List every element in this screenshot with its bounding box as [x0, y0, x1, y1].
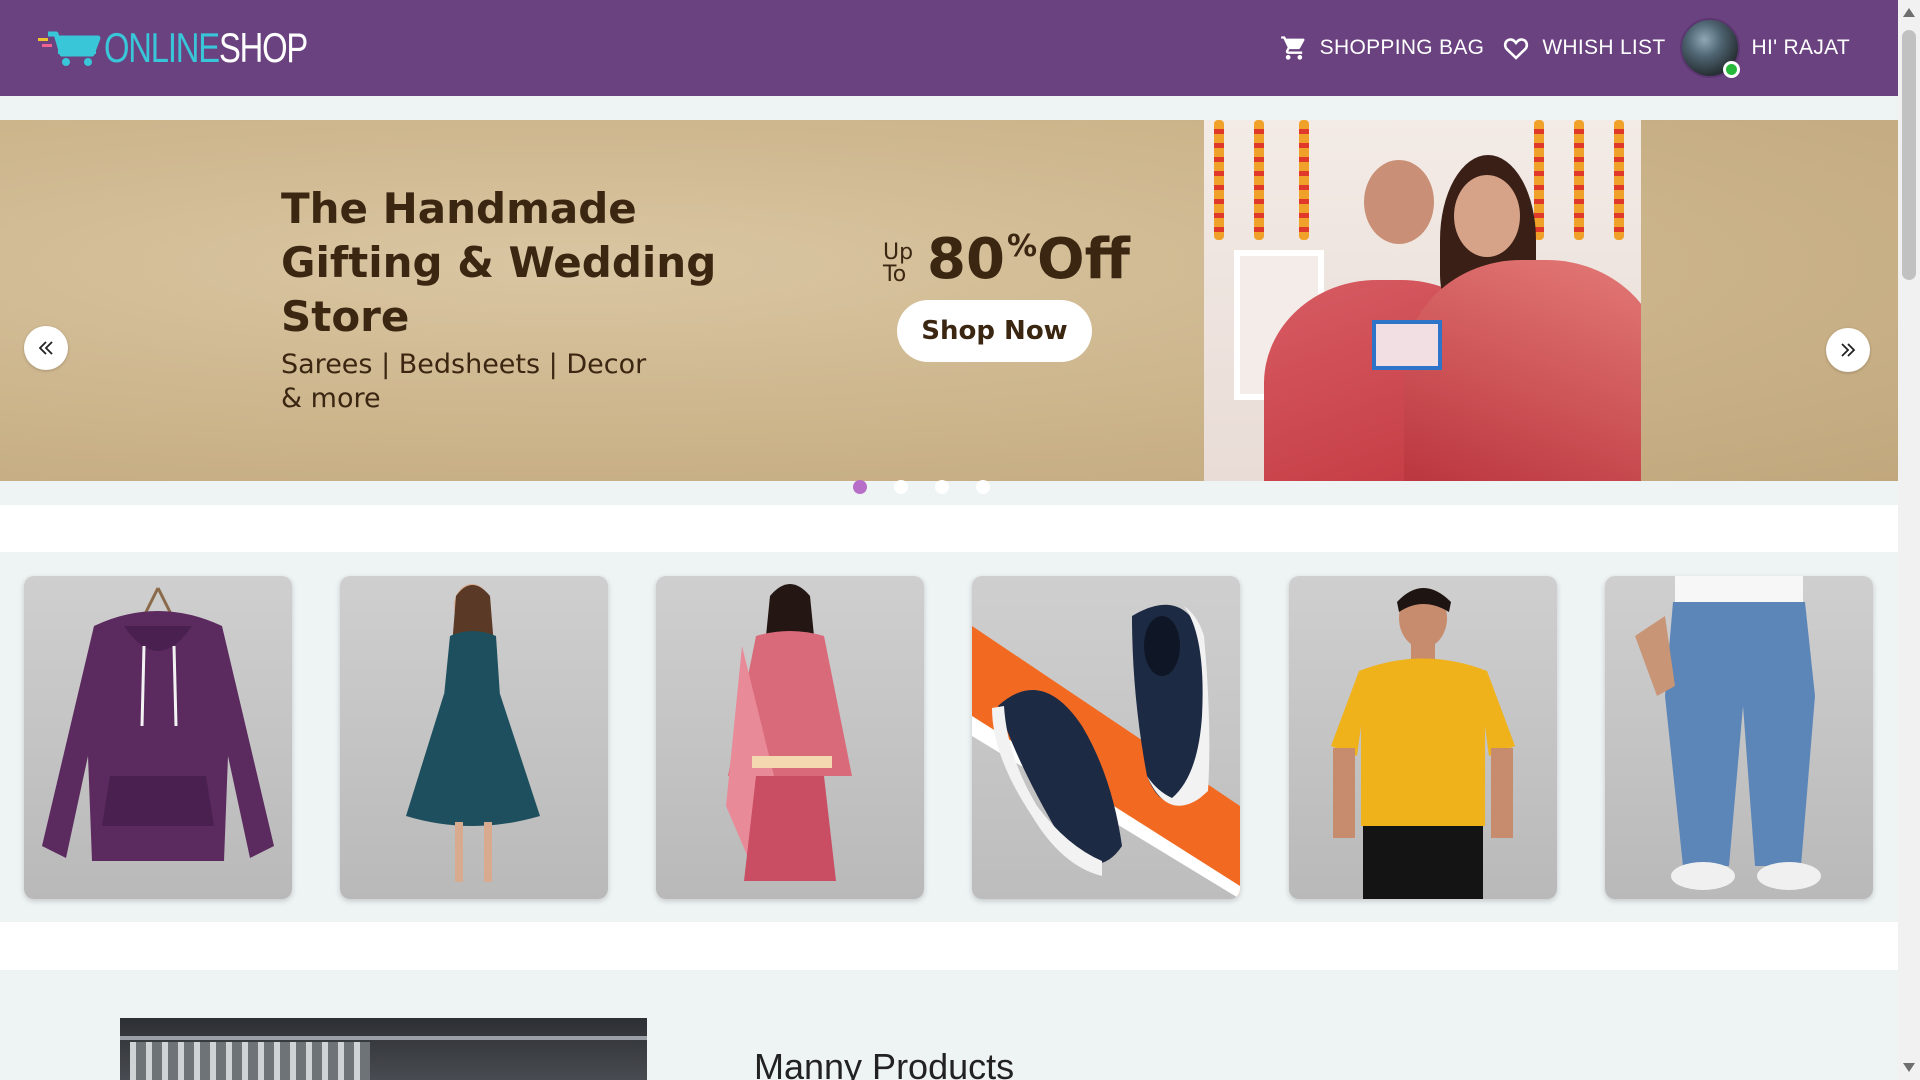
double-chevron-left-icon [38, 341, 53, 355]
scroll-up-arrow-icon[interactable] [1903, 8, 1915, 17]
carousel-dot[interactable] [894, 480, 908, 494]
products-section: Manny Products [0, 970, 1898, 1080]
category-card-kurta-set[interactable] [656, 576, 924, 899]
shopping-cart-icon [38, 31, 101, 66]
garland-decoration [1574, 120, 1584, 240]
hanger-row [130, 1042, 370, 1080]
double-chevron-right-icon [1841, 343, 1856, 357]
carousel-dot[interactable] [935, 480, 949, 494]
banner-title: The Handmade Gifting & Wedding Store [281, 184, 717, 341]
garland-decoration [1214, 120, 1224, 240]
kurta-set-image [726, 584, 852, 881]
banner-photo [1204, 120, 1641, 481]
clothing-rack-image [120, 1018, 647, 1080]
offer-percent: % [1006, 229, 1037, 264]
garland-decoration [1534, 120, 1544, 240]
person-figure [1404, 260, 1641, 481]
person-face [1364, 160, 1434, 244]
garland-decoration [1614, 120, 1624, 240]
category-card-dress[interactable] [340, 576, 608, 899]
banner-subtitle: Sarees | Bedsheets | Decor & more [281, 349, 647, 414]
offer-value: 80 [927, 227, 1005, 292]
category-card-t-shirt[interactable] [1289, 576, 1557, 899]
shopping-bag-label: SHOPPING BAG [1319, 36, 1485, 59]
category-strip [0, 552, 1898, 922]
carousel-next-button[interactable] [1826, 328, 1870, 372]
page-scrollbar[interactable] [1898, 0, 1920, 1080]
hero-banner-slide: The Handmade Gifting & Wedding Store Sar… [0, 120, 1898, 481]
category-card-hoodie[interactable] [24, 576, 292, 899]
shop-now-button[interactable]: Shop Now [897, 300, 1092, 362]
products-title: Manny Products [754, 1046, 1015, 1080]
garland-decoration [1254, 120, 1264, 240]
carousel-prev-button[interactable] [24, 326, 68, 370]
dress-image [406, 584, 540, 882]
scroll-down-arrow-icon[interactable] [1903, 1063, 1915, 1072]
hoodie-image [42, 587, 274, 861]
nav-actions: SHOPPING BAG WHISH LIST HI' RAJAT [1280, 18, 1850, 78]
hero-section: The Handmade Gifting & Wedding Store Sar… [0, 96, 1898, 505]
shopping-bag-link[interactable]: SHOPPING BAG [1280, 34, 1485, 62]
garland-decoration [1299, 120, 1309, 240]
offer-prefix: Up To [883, 240, 914, 287]
cart-icon [1280, 36, 1305, 60]
category-card-jeans[interactable] [1605, 576, 1873, 899]
person-face [1454, 175, 1520, 257]
site-logo[interactable]: ONLINESHOP [38, 24, 364, 72]
rack-rail [120, 1036, 647, 1040]
offer-badge: Up To 80 % Off [883, 232, 1130, 288]
category-card-sneakers[interactable] [972, 576, 1240, 899]
heart-icon [1504, 38, 1529, 60]
user-greeting: HI' RAJAT [1751, 36, 1850, 59]
top-navbar: ONLINESHOP SHOPPING BAG WHISH LIST HI' R… [0, 0, 1898, 96]
scrollbar-thumb[interactable] [1902, 30, 1916, 280]
online-status-indicator [1722, 61, 1740, 78]
user-menu[interactable]: HI' RAJAT [1679, 18, 1851, 78]
jeans-image [1635, 576, 1821, 890]
gift-box [1372, 320, 1442, 370]
wish-list-link[interactable]: WHISH LIST [1502, 34, 1665, 62]
logo-text: ONLINESHOP [104, 24, 308, 71]
carousel-dot[interactable] [976, 480, 990, 494]
sneakers-image [972, 604, 1240, 899]
avatar[interactable] [1679, 18, 1740, 78]
offer-suffix: Off [1037, 227, 1130, 292]
carousel-indicators [853, 480, 990, 494]
carousel-dot[interactable] [853, 480, 867, 494]
t-shirt-image [1331, 588, 1515, 899]
wish-list-label: WHISH LIST [1542, 36, 1666, 59]
